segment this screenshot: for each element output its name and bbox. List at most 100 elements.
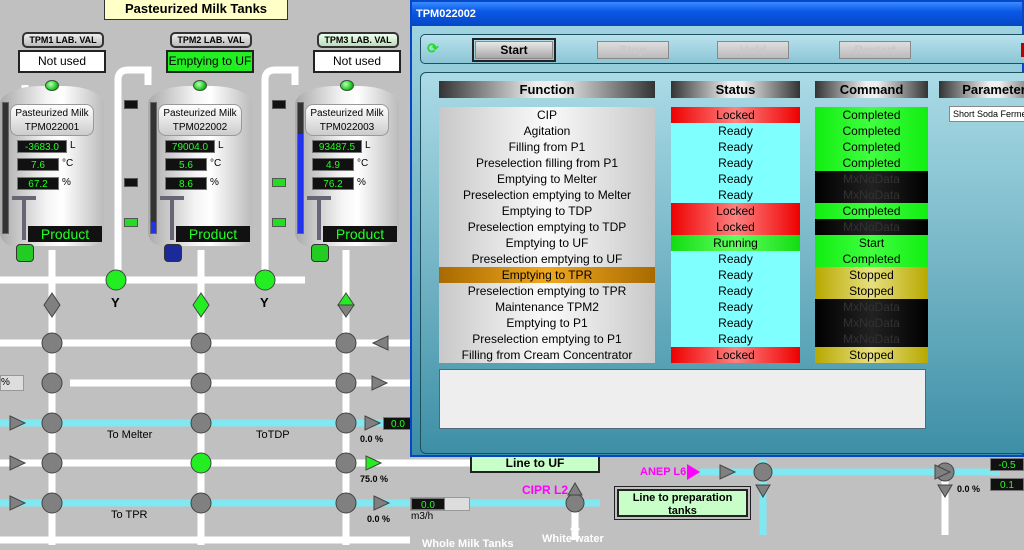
function-cell[interactable]: Filling from P1	[439, 139, 655, 155]
command-cell[interactable]: MxNoData	[815, 187, 928, 203]
refresh-icon[interactable]: ⟳	[427, 40, 439, 57]
dialog-titlebar[interactable]: TPM022002	[412, 2, 1022, 26]
level-gauge	[150, 102, 157, 234]
function-cell[interactable]: Emptying to UF	[439, 235, 655, 251]
command-cell[interactable]: Completed	[815, 155, 928, 171]
volume-unit: L	[70, 140, 76, 151]
flow-readout: 0.0 m3/h	[410, 497, 470, 522]
function-cell[interactable]: Maintenance TPM2	[439, 299, 655, 315]
lab-value[interactable]: Emptying to UF	[166, 50, 254, 73]
valve-percent: 0.0 %	[957, 484, 981, 494]
lab-value[interactable]: Not used	[18, 50, 106, 73]
command-cell[interactable]: Completed	[815, 107, 928, 123]
status-cell: Ready	[671, 251, 800, 267]
status-cell: Ready	[671, 155, 800, 171]
valve-indicator-icon[interactable]	[124, 178, 138, 187]
function-cell[interactable]: Filling from Cream Concentrator	[439, 347, 655, 363]
to-tpr-label: To TPR	[111, 509, 148, 521]
function-cell[interactable]: Emptying to TDP	[439, 203, 655, 219]
status-cell: Ready	[671, 299, 800, 315]
status-cell: Ready	[671, 267, 800, 283]
status-cell: Locked	[671, 347, 800, 363]
tank-product-name: Pasteurized Milk	[163, 108, 237, 119]
lab-val-label: TPM1 LAB. VAL	[22, 32, 104, 48]
status-cell: Ready	[671, 123, 800, 139]
command-cell[interactable]: Stopped	[815, 347, 928, 363]
to-melter-label: To Melter	[107, 429, 153, 441]
command-cell[interactable]: Stopped	[815, 283, 928, 299]
restart-button[interactable]: Restart	[839, 41, 911, 59]
command-cell[interactable]: Stopped	[815, 267, 928, 283]
pump-icon[interactable]	[311, 244, 329, 262]
tank-tag: TPM022001	[24, 122, 80, 133]
tank-tag: TPM022003	[319, 122, 375, 133]
command-cell[interactable]: MxNoData	[815, 171, 928, 187]
overview-title: Pasteurized Milk Tanks	[104, 0, 288, 20]
level-gauge	[2, 102, 9, 234]
function-cell[interactable]: Preselection emptying to TDP	[439, 219, 655, 235]
command-cell[interactable]: Completed	[815, 203, 928, 219]
tpm-dialog-window: TPM022002 ⟳ Start Stop Hold Restart Func…	[410, 0, 1024, 457]
volume-readout: 93487.5	[312, 140, 362, 153]
valve-percent: 75.0 %	[360, 474, 389, 484]
start-button[interactable]: Start	[472, 38, 556, 62]
function-cell[interactable]: CIP	[439, 107, 655, 123]
valve-indicator-icon[interactable]	[124, 218, 138, 227]
command-cell[interactable]: Completed	[815, 123, 928, 139]
function-cell[interactable]: Preselection emptying to P1	[439, 331, 655, 347]
command-cell[interactable]: MxNoData	[815, 315, 928, 331]
line-to-preparation-tanks-box[interactable]: Line to preparation tanks	[614, 486, 751, 520]
function-panel: Function Status Command Parameter Short …	[420, 72, 1024, 454]
valve-percent: 0.0 %	[360, 434, 384, 444]
function-cell[interactable]: Preselection filling from P1	[439, 155, 655, 171]
command-cell[interactable]: Completed	[815, 139, 928, 155]
cipr-label: CIPR L2	[522, 483, 569, 497]
valve-percent: 0.0 %	[367, 514, 391, 524]
status-cell: Ready	[671, 187, 800, 203]
function-header: Function	[439, 81, 655, 98]
command-cell[interactable]: MxNoData	[815, 299, 928, 315]
command-cell[interactable]: MxNoData	[815, 331, 928, 347]
product-label: Product	[28, 226, 102, 242]
valve-indicator-icon[interactable]	[272, 178, 286, 187]
pump-icon[interactable]	[16, 244, 34, 262]
status-cell: Ready	[671, 331, 800, 347]
command-cell[interactable]: MxNoData	[815, 219, 928, 235]
level-unit: %	[210, 177, 219, 188]
tank-name: Pasteurized Milk TPM022002	[158, 104, 242, 136]
function-cell[interactable]: Preselection emptying to UF	[439, 251, 655, 267]
message-area	[439, 369, 926, 429]
valve-indicator-icon[interactable]	[272, 100, 286, 109]
status-cell: Locked	[671, 203, 800, 219]
flow-unit: m3/h	[411, 511, 434, 522]
pump-icon[interactable]	[164, 244, 182, 262]
function-cell[interactable]: Emptying to P1	[439, 315, 655, 331]
to-tdp-label: ToTDP	[256, 429, 290, 441]
status-cell: Ready	[671, 171, 800, 187]
command-cell[interactable]: Completed	[815, 251, 928, 267]
status-cell: Running	[671, 235, 800, 251]
function-cell[interactable]: Preselection emptying to TPR	[439, 283, 655, 299]
level-gauge	[297, 102, 304, 234]
function-cell[interactable]: Emptying to Melter	[439, 171, 655, 187]
anep-label: ANEP L6	[640, 466, 687, 478]
parameter-field[interactable]: Short Soda Ferments	[949, 106, 1024, 122]
status-lamp-icon	[340, 80, 354, 91]
stop-button[interactable]: Stop	[597, 41, 669, 59]
flow-readout-partial: 0.0	[383, 417, 413, 430]
function-cell[interactable]: Agitation	[439, 123, 655, 139]
right-readout: -0.5	[990, 458, 1024, 471]
function-cell[interactable]: Preselection emptying to Melter	[439, 187, 655, 203]
status-header: Status	[671, 81, 800, 98]
status-cell: Ready	[671, 283, 800, 299]
function-cell[interactable]: Emptying to TPR	[439, 267, 655, 283]
valve-indicator-icon[interactable]	[272, 218, 286, 227]
y-valve-label: Y	[260, 295, 269, 310]
volume-unit: L	[218, 140, 224, 151]
hold-button[interactable]: Hold	[717, 41, 789, 59]
valve-indicator-icon[interactable]	[124, 100, 138, 109]
dialog-toolbar: ⟳ Start Stop Hold Restart	[420, 34, 1024, 64]
lab-value[interactable]: Not used	[313, 50, 401, 73]
command-cell[interactable]: Start	[815, 235, 928, 251]
whole-milk-tanks-label: Whole Milk Tanks	[422, 538, 514, 550]
